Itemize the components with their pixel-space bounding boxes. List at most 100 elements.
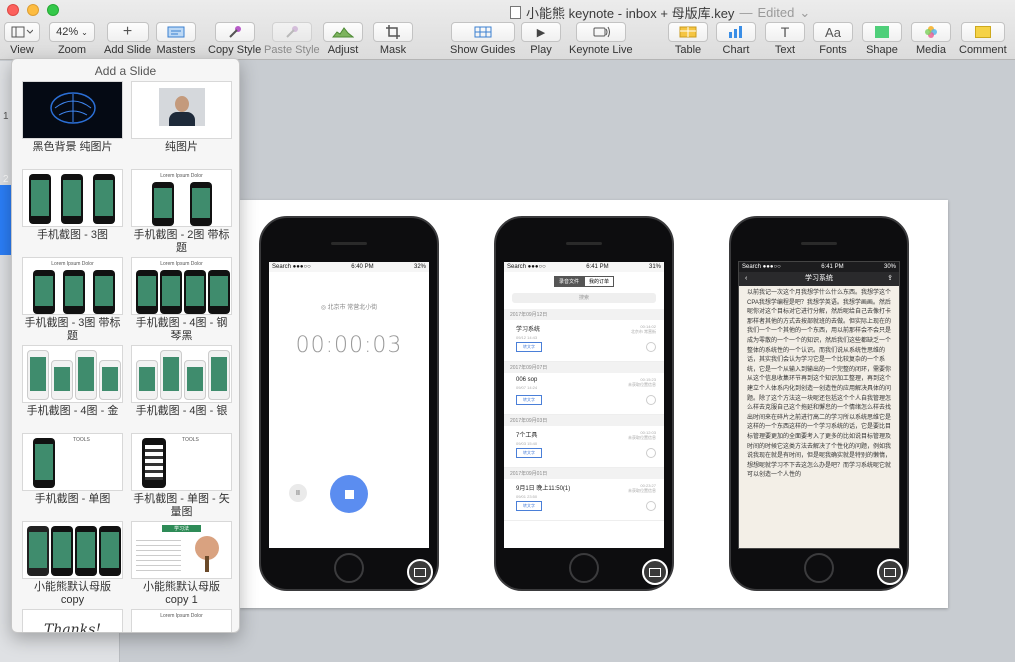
popover-title: Add a Slide	[94, 64, 157, 78]
list-item: 006 sop 09/07 14:24 00:15:23 未获取位置信息 转文字	[504, 373, 664, 415]
nav-title: 学习系统	[805, 275, 833, 282]
zoom-menu-button[interactable]: 42% ⌄ Zoom	[49, 22, 95, 56]
copy-style-button[interactable]: Copy Style	[208, 22, 261, 56]
adjust-button[interactable]: Adjust	[323, 22, 363, 56]
item-subtitle: 09/01 23:50	[516, 494, 538, 499]
tab-recordings: 录音文件	[553, 276, 584, 287]
photo-placeholder	[159, 88, 205, 126]
table-button[interactable]: Table	[668, 22, 708, 56]
master-thumbnail[interactable]: Thanks!	[22, 609, 123, 632]
master-thumbnail[interactable]: Lorem Ipsum Dolor 手机截图 - 4图 - 钢琴黑	[131, 257, 232, 343]
thumb-title: TOOLS	[182, 437, 199, 443]
stop-icon	[344, 489, 354, 499]
home-button	[334, 553, 364, 583]
search-field: 搜索	[512, 293, 656, 303]
image-placeholder-icon[interactable]	[642, 559, 668, 585]
status-battery: 32%	[413, 264, 426, 270]
master-preview: Lorem Ipsum Dolor	[131, 257, 232, 315]
shape-label: Shape	[866, 44, 898, 56]
shape-button[interactable]: Shape	[862, 22, 902, 56]
master-thumbnail[interactable]: 小能熊默认母版 copy	[22, 521, 123, 607]
phone-screen[interactable]: Search ●●●○○ 6:40 PM 32% ◎ 北京市 常营北小街 00:…	[269, 262, 429, 548]
slide-canvas[interactable]: Search ●●●○○ 6:40 PM 32% ◎ 北京市 常营北小街 00:…	[240, 200, 948, 608]
master-preview: Lorem Ipsum Dolor	[131, 169, 232, 227]
zoom-label: Zoom	[57, 44, 87, 56]
chart-button[interactable]: Chart	[716, 22, 756, 56]
edited-status[interactable]: Edited	[757, 5, 794, 20]
location-text: ◎ 北京市 常营北小街	[320, 305, 378, 311]
master-preview	[22, 169, 123, 227]
phone-mockup[interactable]: Search ●●●○○ 6:41 PM 30% ‹ 学习系统 ⇪ 以前我记一次…	[729, 216, 909, 591]
mask-label: Mask	[379, 44, 407, 56]
zoom-select[interactable]: 42% ⌄	[49, 22, 95, 42]
add-slide-label: Add Slide	[104, 44, 152, 56]
info-icon	[646, 395, 656, 405]
phone-mockup[interactable]: Search ●●●○○ 6:41 PM 31% 录音文件 我的订单 搜索 20…	[494, 216, 674, 591]
master-caption: 黑色背景 纯图片	[32, 141, 113, 153]
transcribe-button: 转文字	[516, 501, 542, 511]
phone-mockup[interactable]: Search ●●●○○ 6:40 PM 32% ◎ 北京市 常营北小街 00:…	[259, 216, 439, 591]
document-icon	[510, 6, 521, 19]
master-preview	[22, 81, 123, 139]
status-bar: Search ●●●○○ 6:41 PM 30%	[739, 262, 899, 272]
master-thumbnail[interactable]: 纯图片	[131, 81, 232, 154]
paste-style-button[interactable]: Paste Style	[264, 22, 320, 56]
show-guides-button[interactable]: Show Guides	[450, 22, 515, 56]
keynote-live-button[interactable]: Keynote Live	[569, 22, 633, 56]
info-icon	[646, 448, 656, 458]
minimize-window-button[interactable]	[27, 4, 39, 16]
text-button[interactable]: T Text	[765, 22, 805, 56]
phone-screen[interactable]: Search ●●●○○ 6:41 PM 30% ‹ 学习系统 ⇪ 以前我记一次…	[738, 261, 900, 549]
fonts-label: Fonts	[819, 44, 847, 56]
master-thumbnail[interactable]: Lorem Ipsum Dolor 手机截图 - 2图 带标题	[131, 169, 232, 255]
masters-label: Masters	[156, 44, 196, 56]
vector-phone	[142, 438, 166, 488]
master-thumbnail[interactable]: 学习法 小能熊默认母版 copy 1	[131, 521, 232, 607]
text-label: Text	[774, 44, 796, 56]
table-icon	[668, 22, 708, 42]
image-placeholder-icon[interactable]	[407, 559, 433, 585]
play-button[interactable]: ▶ Play	[521, 22, 561, 56]
item-location: 未获取位置信息	[628, 435, 656, 440]
tab-orders: 我的订单	[584, 276, 615, 287]
paste-style-icon	[271, 22, 312, 42]
master-thumbnail[interactable]: TOOLS 手机截图 - 单图 - 矢量图	[131, 433, 232, 519]
add-slide-popover: Add a Slide 黑色背景 纯图片 纯图片 手机截图 - 3图 Lorem…	[11, 58, 240, 633]
chevron-down-icon: ⌄	[81, 27, 88, 37]
view-menu-button[interactable]: View	[4, 22, 40, 56]
master-thumbnail[interactable]: TOOLS 手机截图 - 单图	[22, 433, 123, 506]
masters-button[interactable]: Masters	[156, 22, 196, 56]
close-window-button[interactable]	[7, 4, 19, 16]
plus-icon: +	[106, 22, 149, 42]
phone-speaker	[801, 242, 837, 245]
list-item: 7个工具 09/03 15:40 00:12:03 未获取位置信息 转文字	[504, 426, 664, 468]
add-slide-button[interactable]: + Add Slide	[104, 22, 151, 56]
item-meta: 00:12:03 未获取位置信息	[628, 430, 656, 441]
stop-button	[330, 475, 368, 513]
home-button	[569, 553, 599, 583]
master-preview: TOOLS	[22, 433, 123, 491]
text-lines	[136, 536, 181, 572]
chevron-down-icon[interactable]: ⌄	[799, 5, 810, 21]
list-date: 2017年09月07日	[504, 362, 664, 373]
master-thumbnail[interactable]: Lorem Ipsum Dolor	[131, 609, 232, 632]
master-preview: Lorem Ipsum Dolor	[131, 609, 232, 632]
list-date: 2017年09月01日	[504, 468, 664, 479]
mask-button[interactable]: Mask	[373, 22, 413, 56]
edited-separator: —	[739, 5, 753, 20]
zoom-window-button[interactable]	[47, 4, 59, 16]
comment-button[interactable]: Comment	[959, 22, 1007, 56]
phone-screen[interactable]: Search ●●●○○ 6:41 PM 31% 录音文件 我的订单 搜索 20…	[504, 262, 664, 548]
master-thumbnail[interactable]: 手机截图 - 4图 - 银	[131, 345, 232, 418]
fonts-button[interactable]: Aa Fonts	[813, 22, 853, 56]
chart-label: Chart	[722, 44, 750, 56]
master-thumbnail[interactable]: 手机截图 - 3图	[22, 169, 123, 242]
master-thumbnail[interactable]: 手机截图 - 4图 - 金	[22, 345, 123, 418]
master-thumbnail[interactable]: 黑色背景 纯图片	[22, 81, 123, 154]
master-thumbnail[interactable]: Lorem Ipsum Dolor 手机截图 - 3图 带标题	[22, 257, 123, 343]
view-label: View	[10, 44, 34, 56]
image-placeholder-icon[interactable]	[877, 559, 903, 585]
media-button[interactable]: Media	[911, 22, 951, 56]
slide-number: 1	[3, 111, 9, 122]
keynote-live-icon	[575, 22, 626, 42]
